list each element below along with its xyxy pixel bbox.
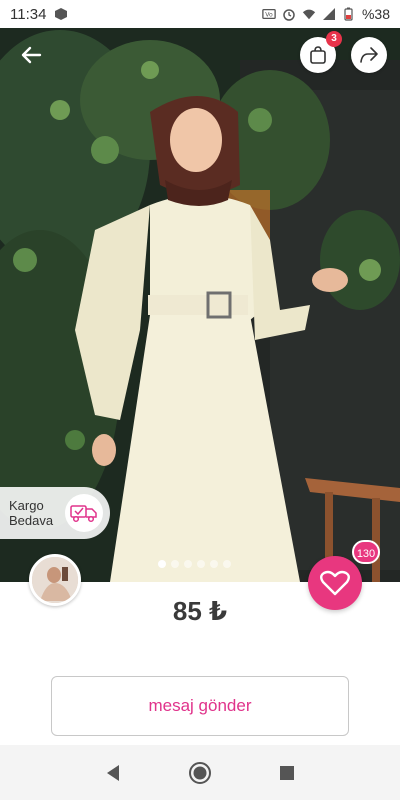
svg-text:Vo: Vo	[265, 12, 273, 19]
battery-percent: %38	[361, 6, 390, 22]
nav-home-button[interactable]	[185, 758, 215, 788]
like-button[interactable]	[308, 556, 362, 610]
signal-icon	[322, 7, 336, 21]
volte-icon: Vo	[262, 7, 276, 21]
send-message-button[interactable]: mesaj gönder	[51, 676, 349, 736]
nav-recents-button[interactable]	[272, 758, 302, 788]
battery-icon	[342, 7, 356, 21]
share-icon	[360, 47, 378, 63]
carousel-dot[interactable]	[171, 560, 179, 568]
alarm-icon	[282, 7, 296, 21]
wifi-icon	[302, 7, 316, 21]
share-button[interactable]	[351, 37, 387, 73]
free-shipping-line2: Bedava	[9, 513, 54, 528]
system-nav-bar	[0, 745, 400, 800]
cube-icon	[54, 7, 68, 21]
seller-avatar[interactable]	[29, 554, 81, 606]
like-count-badge: 130	[352, 540, 380, 564]
square-recents-icon	[279, 765, 294, 780]
avatar-image	[32, 557, 78, 603]
heart-icon	[320, 570, 350, 596]
status-bar: 11:34 Vo %38	[0, 0, 400, 28]
circle-home-icon	[188, 761, 211, 784]
carousel-dot[interactable]	[158, 560, 166, 568]
status-time: 11:34	[10, 5, 47, 23]
carousel-dot[interactable]	[223, 560, 231, 568]
carousel-dot[interactable]	[197, 560, 205, 568]
arrow-left-icon	[21, 46, 42, 64]
free-shipping-line1: Kargo	[9, 498, 44, 513]
back-button[interactable]	[14, 40, 48, 70]
image-carousel-dots	[158, 560, 231, 568]
free-shipping-text: Kargo Bedava	[9, 498, 61, 528]
nav-back-button[interactable]	[98, 758, 128, 788]
shopping-bag-icon	[310, 46, 326, 64]
carousel-dot[interactable]	[184, 560, 192, 568]
truck-check-icon	[65, 494, 103, 532]
carousel-dot[interactable]	[210, 560, 218, 568]
free-shipping-badge: Kargo Bedava	[0, 487, 110, 539]
cart-count-badge: 3	[326, 31, 342, 47]
triangle-back-icon	[107, 764, 120, 781]
